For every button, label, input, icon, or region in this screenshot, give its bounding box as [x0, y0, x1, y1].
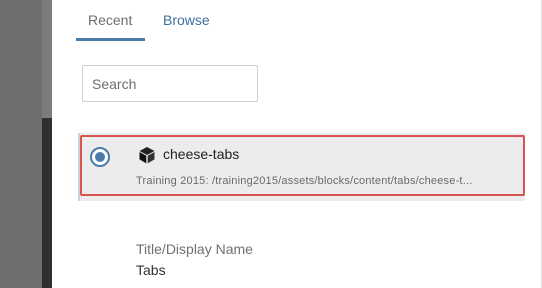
title-display-name-label: Title/Display Name — [136, 241, 253, 257]
result-radio-selected[interactable] — [90, 147, 110, 167]
title-display-name-value: Tabs — [136, 262, 166, 278]
result-path: Training 2015: /training2015/assets/bloc… — [136, 175, 473, 187]
block-cube-icon — [139, 147, 155, 164]
picker-tabs: Recent Browse — [76, 0, 222, 41]
result-title: cheese-tabs — [163, 146, 240, 162]
dimmed-background — [0, 0, 43, 288]
search-input[interactable] — [82, 65, 258, 102]
asset-picker-panel: Recent Browse cheese-tabs Training 2015:… — [52, 0, 542, 288]
tab-browse[interactable]: Browse — [145, 0, 222, 41]
backdrop-left — [0, 0, 42, 288]
tab-recent[interactable]: Recent — [76, 0, 145, 41]
